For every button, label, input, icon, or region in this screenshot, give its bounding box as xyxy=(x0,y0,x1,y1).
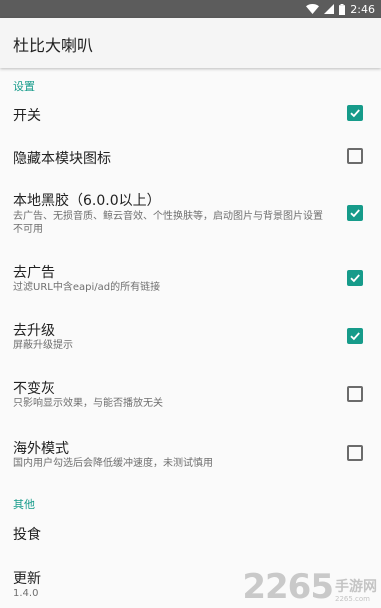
pref-title: 海外模式 xyxy=(13,441,69,457)
wifi-icon xyxy=(306,4,320,14)
clock: 2:46 xyxy=(350,2,375,16)
pref-summary: 只影响显示效果，与能否播放无关 xyxy=(13,398,163,409)
pref-no-gray[interactable]: 不变灰 只影响显示效果，与能否播放无关 xyxy=(0,372,381,416)
checkmark-icon xyxy=(350,332,360,341)
pref-title: 投食 xyxy=(13,527,41,543)
pref-summary: 国内用户勾选后会降低缓冲速度，未测试慎用 xyxy=(13,458,213,469)
watermark-url: 2265.com xyxy=(335,595,370,603)
switch-checkbox[interactable] xyxy=(347,105,363,121)
pref-summary: 去广告、无损音质、鲸云音效、个性换肤等，启动图片与背景图片设置不可用 xyxy=(13,211,323,235)
watermark-cn: 手游网 xyxy=(335,579,377,595)
pref-summary: 过滤URL中含eapi/ad的所有链接 xyxy=(13,282,161,293)
pref-local-vinyl[interactable]: 本地黑胶（6.0.0以上） 去广告、无损音质、鲸云音效、个性换肤等，启动图片与背… xyxy=(0,184,381,246)
section-header-settings: 设置 xyxy=(13,80,35,93)
preference-list[interactable]: 设置 开关 隐藏本模块图标 本地黑胶（6.0.0以上） 去广告、无损音质、鲸云音… xyxy=(0,68,381,608)
site-watermark: 2265 手游网 2265.com xyxy=(242,570,377,604)
watermark-side: 手游网 2265.com xyxy=(335,579,377,604)
overseas-checkbox[interactable] xyxy=(347,445,363,461)
pref-title: 隐藏本模块图标 xyxy=(13,151,111,167)
remove-ads-checkbox[interactable] xyxy=(347,270,363,286)
local-vinyl-checkbox[interactable] xyxy=(347,205,363,221)
watermark-number: 2265 xyxy=(242,567,334,607)
section-header-other: 其他 xyxy=(13,498,35,511)
no-upgrade-checkbox[interactable] xyxy=(347,328,363,344)
app-title: 杜比大喇叭 xyxy=(13,36,94,55)
pref-title: 去广告 xyxy=(13,265,55,281)
checkmark-icon xyxy=(350,109,360,118)
hide-icon-checkbox[interactable] xyxy=(347,148,363,164)
status-icons: 2:46 xyxy=(306,2,375,16)
pref-donate[interactable]: 投食 xyxy=(0,516,381,550)
pref-hide-icon[interactable]: 隐藏本模块图标 xyxy=(0,136,381,176)
checkmark-icon xyxy=(350,209,360,218)
no-gray-checkbox[interactable] xyxy=(347,386,363,402)
status-bar: 2:46 xyxy=(0,0,381,18)
pref-title: 不变灰 xyxy=(13,381,55,397)
pref-title: 本地黑胶（6.0.0以上） xyxy=(13,193,161,209)
pref-remove-ads[interactable]: 去广告 过滤URL中含eapi/ad的所有链接 xyxy=(0,256,381,300)
pref-title: 更新 xyxy=(13,571,41,587)
battery-icon xyxy=(339,3,346,15)
checkmark-icon xyxy=(350,274,360,283)
pref-summary: 屏蔽升级提示 xyxy=(13,340,73,351)
signal-icon xyxy=(324,4,335,14)
pref-no-upgrade[interactable]: 去升级 屏蔽升级提示 xyxy=(0,314,381,358)
pref-overseas[interactable]: 海外模式 国内用户勾选后会降低缓冲速度，未测试慎用 xyxy=(0,432,381,476)
pref-switch[interactable]: 开关 xyxy=(0,94,381,132)
app-bar: 杜比大喇叭 xyxy=(0,18,381,68)
pref-title: 开关 xyxy=(13,108,41,124)
pref-title: 去升级 xyxy=(13,323,55,339)
